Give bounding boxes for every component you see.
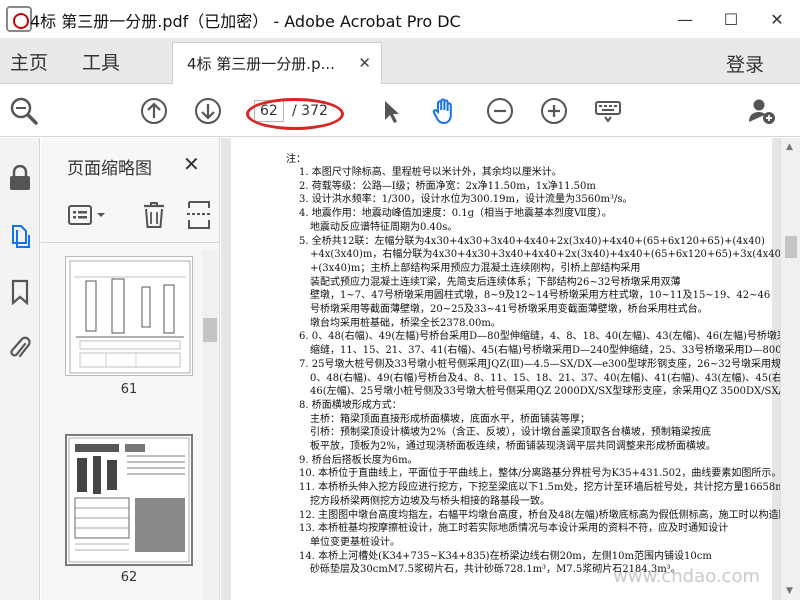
page-navigator: 62 / 372 <box>254 99 334 123</box>
pdf-page: 注： 1. 本图尺寸除标高、里程桩号以米计外，其余均以厘米计。 2. 荷载等级：公… <box>231 138 780 600</box>
maximize-button[interactable]: ☐ <box>708 0 754 38</box>
document-scroll-thumb[interactable] <box>785 236 797 258</box>
note-line: 7. 25号墩大桩号侧及33号墩小桩号侧采用JQZ(Ⅲ)—4.5—SX/DX—e… <box>299 358 780 370</box>
thumbnail-61-label: 61 <box>120 382 138 397</box>
zoom-in-icon[interactable] <box>538 95 570 127</box>
note-line: 0、48(右幅)、49(右幅)号桥台及4、8、11、15、18、21、37、40… <box>310 372 780 384</box>
note-line: 号桥墩采用等截面薄壁墩，20~25及33~41号桥墩采用变截面薄壁墩，桥台采用柱… <box>310 304 708 315</box>
left-rail <box>0 138 40 600</box>
thumbnail-61-drawing <box>69 260 191 374</box>
select-cursor-icon[interactable] <box>374 95 406 127</box>
note-line: 装配式预应力混凝土连续T梁，先简支后连续体系；下部结构26~32号桥墩采用双薄 <box>310 276 681 288</box>
watermark-text: www.cndao.com <box>613 566 760 587</box>
thumbnail-page-62[interactable] <box>65 434 193 566</box>
note-line: 1. 本图尺寸除标高、里程桩号以米计外，其余均以厘米计。 <box>299 167 562 178</box>
note-line: 5. 全桥共12联：左幅分联为4x30+4x30+3x40+4x40+2x(3x… <box>299 235 765 247</box>
note-line: 14. 本桥上河槽处(K34+735~K34+835)在桥梁边线右侧20m，左侧… <box>299 550 712 562</box>
note-line: 13. 本桥桩基均按摩擦桩设计，施工时若实际地质情况与本设计采用的资料不符，应及… <box>299 523 729 535</box>
note-line: 12. 主图图中墩台高度均指左，右幅平均墩台高度，桥台及48(左幅)桥墩底标高为… <box>299 509 780 521</box>
minimize-button[interactable]: — <box>662 0 708 38</box>
notes-heading: 注： <box>286 154 306 165</box>
note-line: 引桥：预制梁顶设计横坡为2%（含正、反坡），设计墩台盖梁顶取各台横坡，预制箱梁按… <box>310 427 711 439</box>
thumbnail-page-61[interactable] <box>65 256 193 376</box>
document-viewport[interactable]: 注： 1. 本图尺寸除标高、里程桩号以米计外，其余均以厘米计。 2. 荷载等级：公… <box>221 138 780 600</box>
note-line: 单位变更基桩设计。 <box>310 536 400 548</box>
page-up-icon[interactable] <box>138 95 170 127</box>
thumbnail-62-label: 62 <box>120 570 138 585</box>
note-line: 缩缝，11、15、21、37、41(右幅)、45(右幅)号桥墩采用D—240型伸… <box>310 345 780 357</box>
tab-tools[interactable]: 工具 <box>82 38 120 84</box>
note-line: 10. 本桥位于直曲线上，平面位于平曲线上，整体/分离路基分界桩号为K35+43… <box>299 468 780 480</box>
thumbnails-divider <box>41 242 220 243</box>
thumbnails-panel: 页面缩略图 ✕ 61 62 <box>41 138 220 600</box>
note-line: 46(左幅)、25号墩小桩号侧及33号墩大桩号侧采用QZ 2000DX/SX型球… <box>310 386 780 398</box>
page-down-icon[interactable] <box>192 95 224 127</box>
bookmark-icon[interactable] <box>6 278 34 306</box>
note-line: 壁墩，1~7、47号桥墩采用圆柱式墩，8~9及12~14号桥墩采用方柱式墩，10… <box>310 290 771 302</box>
page-number-input[interactable]: 62 <box>254 100 284 122</box>
zoom-tool-icon[interactable] <box>8 95 40 127</box>
thumbnails-scrollbar[interactable] <box>200 138 220 600</box>
document-tab-label: 4标 第三册一分册.p... <box>187 55 335 73</box>
note-line: 主桥：箱梁顶面直接形成桥面横坡，底面水平，桥面铺装等厚； <box>310 413 590 425</box>
thumbnails-toolbar <box>67 198 217 234</box>
note-line: 地震动反应谱特征周期为0.40s。 <box>310 221 458 233</box>
zoom-out-icon[interactable] <box>484 95 516 127</box>
attachment-icon[interactable] <box>6 334 34 362</box>
thumbnails-scroll-track <box>202 250 218 600</box>
delete-icon[interactable] <box>141 200 167 234</box>
tab-home[interactable]: 主页 <box>10 38 48 84</box>
thumbnails-title: 页面缩略图 <box>67 159 152 179</box>
page-total: / 372 <box>292 103 328 119</box>
title-bar: 4标 第三册一分册.pdf（已加密） - Adobe Acrobat Pro D… <box>0 0 800 38</box>
hand-tool-icon[interactable] <box>428 95 460 127</box>
document-scrollbar[interactable]: ▲ ▼ <box>780 138 800 600</box>
document-tab-close-icon[interactable]: ✕ <box>358 54 371 72</box>
thumbnails-scroll-thumb[interactable] <box>203 318 217 342</box>
window-controls: — ☐ ✕ <box>662 0 800 38</box>
note-line: 3. 设计洪水频率：1/300，设计水位为300.19m，设计流量为3560m³… <box>299 194 633 206</box>
keyboard-tool-icon[interactable] <box>592 95 624 127</box>
toolbar: 62 / 372 <box>0 85 800 137</box>
note-line: 2. 荷载等级：公路—Ⅰ级；桥面净宽：2x净11.50m，1x净11.50m <box>299 180 596 192</box>
page-options-icon[interactable] <box>67 202 107 232</box>
note-line: +(3x40)m；主桥上部结构采用预应力混凝土连续刚构，引桥上部结构采用 <box>310 262 641 274</box>
thumbnail-62-drawing <box>68 437 190 563</box>
note-line: 4. 地震作用：地震动峰值加速度：0.1g（相当于地震基本烈度Ⅶ度）。 <box>299 208 612 220</box>
tab-bar: 主页 工具 4标 第三册一分册.p... ✕ 登录 <box>0 38 800 84</box>
note-line: 8. 桥面横坡形成方式： <box>299 399 402 411</box>
add-user-icon[interactable] <box>746 95 778 127</box>
note-line: 板平放，顶板为2%，通过现浇桥面板连续，桥面铺装现浇调平层共同调整来形成桥面横坡… <box>310 441 716 452</box>
scroll-up-arrow-icon[interactable]: ▲ <box>786 142 793 152</box>
window-title: 4标 第三册一分册.pdf（已加密） - Adobe Acrobat Pro D… <box>30 12 461 31</box>
acrobat-app-icon <box>6 6 32 32</box>
note-line: 挖方段桥梁两侧挖方边坡及与桥头相接的路基段一致。 <box>310 495 550 507</box>
note-line: 墩台均采用桩基础，桥梁全长2378.00m。 <box>310 317 501 329</box>
note-line: +4x(3x40)m，右幅分联为4x30+4x30+3x40+4x40+2x(3… <box>310 249 780 261</box>
close-button[interactable]: ✕ <box>754 0 800 38</box>
note-line: 6. 0、48(右幅)、49(左幅)号桥台采用D—80型伸缩缝，4、8、18、4… <box>299 331 780 343</box>
login-button[interactable]: 登录 <box>726 50 764 77</box>
lock-icon[interactable] <box>6 164 34 192</box>
note-line: 9. 桥台后搭板长度为6m。 <box>299 454 418 466</box>
pages-icon[interactable] <box>6 222 34 250</box>
note-line: 11. 本桥桥头伸入挖方段应进行挖方，下挖至梁底以下1.5m处，挖方计至环墙后桩… <box>299 482 780 494</box>
tab-document[interactable]: 4标 第三册一分册.p... ✕ <box>172 42 382 84</box>
scroll-down-arrow-icon[interactable]: ▼ <box>786 586 793 596</box>
thumbnails-close-icon[interactable]: ✕ <box>183 152 200 176</box>
